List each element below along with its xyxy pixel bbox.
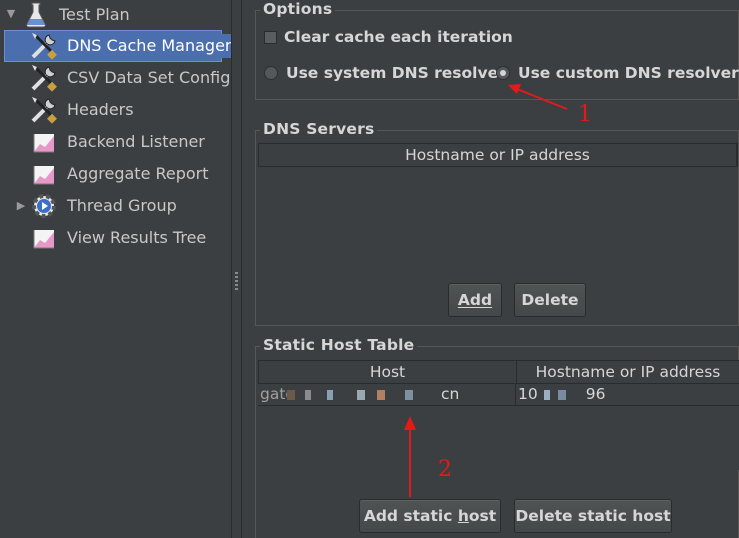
custom-resolver-label: Use custom DNS resolver <box>518 64 739 82</box>
tree-item-test-plan[interactable]: Test Plan <box>20 0 133 30</box>
add-static-host-label: Add static host <box>363 507 497 525</box>
table-row[interactable]: gate cn 10 96 <box>258 384 739 406</box>
delete-label: Delete <box>521 291 579 309</box>
gear-icon <box>28 191 60 221</box>
add-dns-server-button[interactable]: Add <box>448 283 502 317</box>
static-host-group: Static Host Table Host Hostname or IP ad… <box>255 336 739 538</box>
tree-item-csv-data-set-config[interactable]: CSV Data Set Config <box>28 63 233 93</box>
host-suffix: cn <box>440 385 460 403</box>
host-cell[interactable]: gate cn <box>258 384 516 405</box>
tree-item-label: CSV Data Set Config <box>67 68 231 87</box>
tools-icon <box>28 95 60 125</box>
annotation-number-2: 2 <box>438 457 452 482</box>
tree-item-headers[interactable]: Headers <box>28 95 137 125</box>
tools-icon <box>28 31 60 61</box>
ip-cell[interactable]: 10 96 <box>516 384 738 405</box>
radio-button-selected[interactable] <box>496 66 510 80</box>
delete-static-host-button[interactable]: Delete static host <box>514 499 672 533</box>
options-title: Options <box>260 0 336 18</box>
system-dns-radio[interactable]: Use system DNS resolver <box>264 64 506 82</box>
checkbox-box[interactable] <box>264 30 277 44</box>
clear-cache-checkbox[interactable]: Clear cache each iteration <box>264 28 513 46</box>
tree-item-label: Thread Group <box>67 196 177 215</box>
delete-dns-server-button[interactable]: Delete <box>514 283 586 317</box>
annotation-number-1: 1 <box>578 102 592 127</box>
redacted-host <box>286 389 437 400</box>
dns-cache-manager-panel: Options Clear cache each iteration Use s… <box>242 0 739 538</box>
tree-item-label: View Results Tree <box>67 228 207 247</box>
custom-dns-radio[interactable]: Use custom DNS resolver <box>496 64 739 82</box>
delete-static-host-label: Delete static host <box>515 507 671 525</box>
dns-servers-group: DNS Servers Hostname or IP address Add D… <box>255 120 739 326</box>
tree-item-backend-listener[interactable]: Backend Listener <box>28 127 208 157</box>
static-host-title: Static Host Table <box>260 336 418 354</box>
panel-splitter[interactable] <box>231 0 242 538</box>
tree-item-aggregate-report[interactable]: Aggregate Report <box>28 159 212 189</box>
static-host-table[interactable]: Host Hostname or IP address gate cn 10 96 <box>258 360 739 470</box>
collapse-arrow-icon[interactable]: ▼ <box>5 8 17 20</box>
tree-item-label: Test Plan <box>59 5 130 24</box>
graph-icon <box>28 223 60 253</box>
tree-item-label: Headers <box>67 100 134 119</box>
column-header[interactable]: Hostname or IP address <box>259 144 737 166</box>
ip-column-header[interactable]: Hostname or IP address <box>517 361 739 383</box>
redacted-ip <box>537 389 582 400</box>
table-header: Host Hostname or IP address <box>258 360 739 384</box>
dns-servers-title: DNS Servers <box>260 120 378 138</box>
expand-arrow-icon[interactable]: ▶ <box>15 200 27 212</box>
ip-suffix: 96 <box>585 385 606 403</box>
table-header: Hostname or IP address <box>258 143 738 167</box>
dns-servers-table[interactable]: Hostname or IP address <box>258 143 738 283</box>
tree-item-label: Backend Listener <box>67 132 205 151</box>
radio-button[interactable] <box>264 66 278 80</box>
tree-item-label: DNS Cache Manager <box>64 34 235 58</box>
splitter-grip-icon[interactable] <box>235 272 238 292</box>
tools-icon <box>28 63 60 93</box>
tree-item-label: Aggregate Report <box>67 164 209 183</box>
tree-item-view-results-tree[interactable]: View Results Tree <box>28 223 209 253</box>
graph-icon <box>28 127 60 157</box>
tree-item-thread-group[interactable]: Thread Group <box>28 191 180 221</box>
ip-prefix: 10 <box>518 385 538 403</box>
test-plan-tree: ▼ Test Plan DNS Cache Manager CSV Data S… <box>0 0 235 538</box>
clear-cache-label: Clear cache each iteration <box>284 28 513 46</box>
host-column-header[interactable]: Host <box>259 361 517 383</box>
add-label: Add <box>457 291 493 309</box>
graph-icon <box>28 159 60 189</box>
flask-icon <box>20 0 52 30</box>
add-static-host-button[interactable]: Add static host <box>359 499 501 533</box>
system-resolver-label: Use system DNS resolver <box>286 64 506 82</box>
options-group: Options Clear cache each iteration Use s… <box>255 0 739 100</box>
tree-item-dns-cache-manager[interactable]: DNS Cache Manager <box>28 31 235 61</box>
